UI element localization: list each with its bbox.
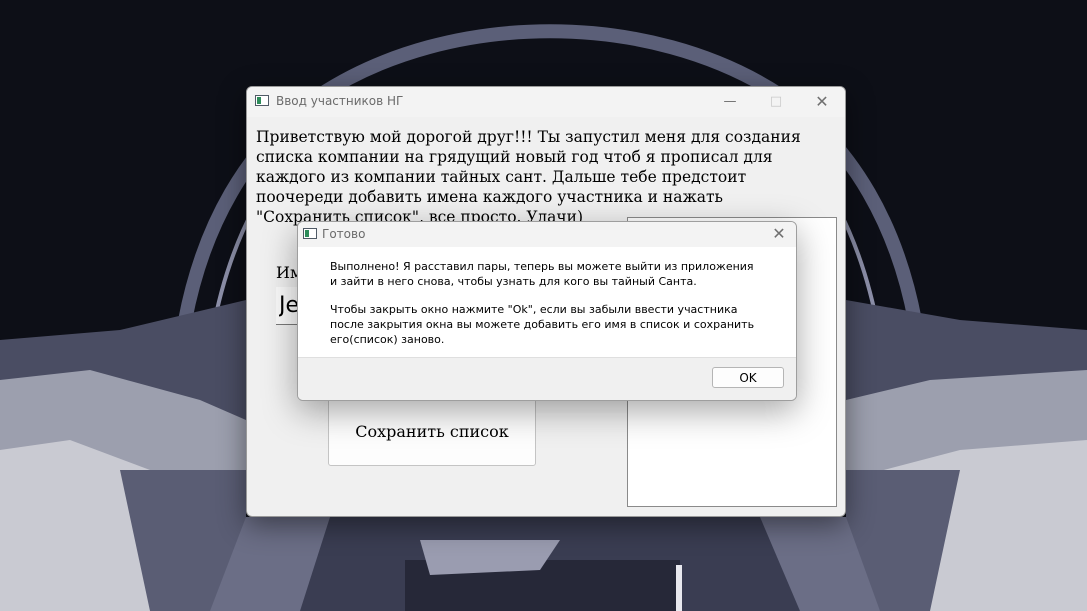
dialog-message-line-2: Чтобы закрыть окно нажмите "Ok", если вы…: [330, 303, 755, 346]
intro-text: Приветствую мой дорогой друг!!! Ты запус…: [256, 128, 801, 226]
main-window-title: Ввод участников НГ: [276, 94, 404, 108]
done-dialog: Готово ✕ Выполнено! Я расставил пары, те…: [297, 221, 797, 401]
dialog-close-icon[interactable]: ✕: [762, 222, 796, 247]
dialog-message-line-1: Выполнено! Я расставил пары, теперь вы м…: [330, 260, 754, 288]
ok-button[interactable]: OK: [712, 367, 784, 388]
maximize-icon[interactable]: □: [753, 87, 799, 117]
dialog-title: Готово: [322, 227, 366, 241]
dialog-app-icon: [303, 228, 317, 239]
dialog-message: Выполнено! Я расставил пары, теперь вы м…: [330, 259, 762, 360]
app-icon: [255, 95, 269, 106]
close-icon[interactable]: ✕: [799, 87, 845, 117]
main-window-titlebar[interactable]: Ввод участников НГ — □ ✕: [247, 87, 845, 117]
dialog-footer: OK: [298, 357, 796, 400]
save-list-button[interactable]: Сохранить список: [328, 397, 536, 466]
dialog-titlebar[interactable]: Готово ✕: [298, 222, 796, 247]
minimize-icon[interactable]: —: [707, 87, 753, 117]
